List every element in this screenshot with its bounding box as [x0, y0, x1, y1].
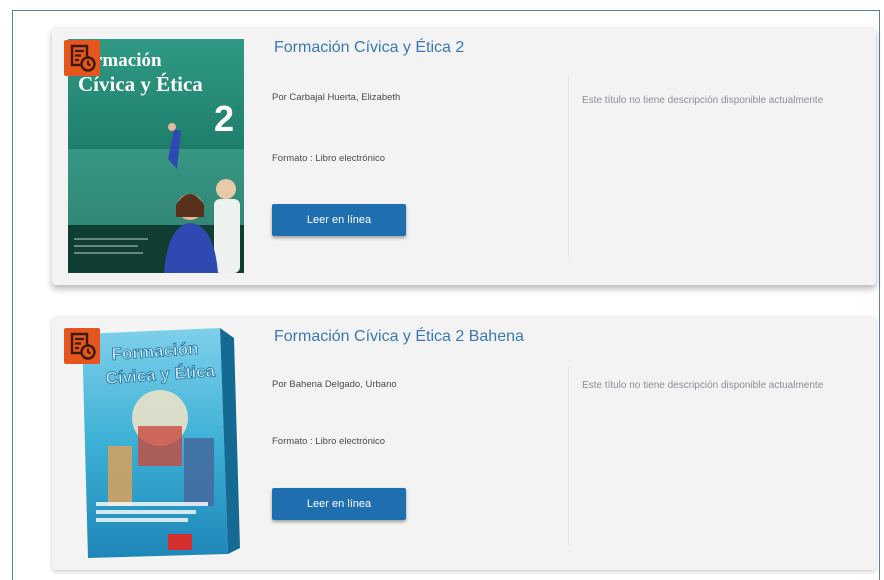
read-online-button[interactable]: Leer en línea	[272, 488, 406, 520]
book-format: Formato : Libro electrónico	[272, 436, 385, 447]
cover-title-line1: rmación	[94, 50, 162, 71]
book-result-card: rmación Cívica y Ética 2 Formación Cívic…	[52, 27, 876, 285]
book-description: Este título no tiene descripción disponi…	[582, 95, 824, 106]
book-result-card: Formación Cívica y Ética Formación Cívic…	[52, 316, 876, 570]
book-format: Formato : Libro electrónico	[272, 153, 385, 164]
description-divider	[568, 366, 569, 546]
ebook-icon	[64, 328, 100, 364]
book-description: Este título no tiene descripción disponi…	[582, 380, 824, 391]
read-online-button[interactable]: Leer en línea	[272, 204, 406, 236]
cover-number: 2	[214, 98, 234, 139]
book-author: Por Bahena Delgado, Urbano	[272, 379, 397, 390]
description-divider	[568, 77, 569, 257]
book-title[interactable]: Formación Cívica y Ética 2	[274, 39, 464, 57]
book-author: Por Carbajal Huerta, Elizabeth	[272, 92, 401, 103]
book-title[interactable]: Formación Cívica y Ética 2 Bahena	[274, 328, 524, 346]
ebook-icon	[64, 40, 100, 76]
